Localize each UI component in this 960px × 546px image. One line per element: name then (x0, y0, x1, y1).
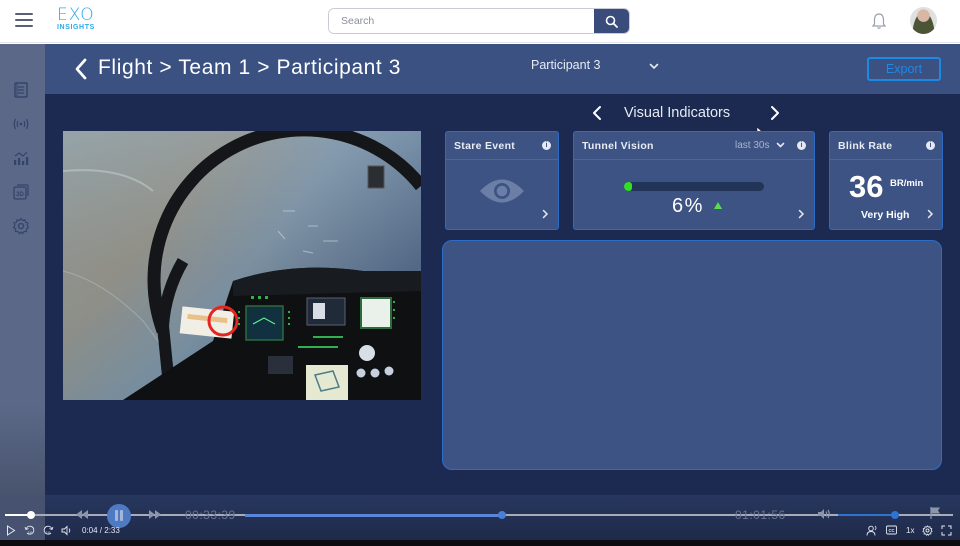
card-header: Blink Rate i (830, 132, 942, 160)
chevron-right-icon[interactable] (542, 209, 549, 219)
analytics-icon[interactable] (12, 149, 30, 167)
card-header: Tunnel Vision last 30s i (574, 132, 814, 160)
blink-rate-unit: BR/min (890, 178, 924, 189)
breadcrumb-separator: > (159, 56, 173, 79)
fast-forward-icon[interactable] (148, 509, 162, 520)
stare-event-card[interactable]: Stare Event i (445, 131, 559, 230)
flag-icon[interactable] (929, 506, 942, 519)
user-avatar[interactable] (910, 7, 937, 34)
search-icon (605, 15, 618, 28)
participants-icon[interactable] (866, 525, 878, 536)
tunnel-vision-progress-fill (624, 182, 633, 191)
playback-time-readout: 0:04 / 2:33 (82, 526, 120, 535)
playback-speed[interactable]: 1x (906, 526, 914, 535)
info-icon[interactable]: i (542, 141, 551, 150)
time-range-value: last 30s (735, 140, 770, 151)
svg-text:3D: 3D (16, 192, 24, 198)
tunnel-vision-progress-bar (624, 182, 764, 191)
volume-slider[interactable] (838, 514, 895, 516)
logo[interactable]: EXO INSIGHTS (57, 7, 107, 32)
settings-gear-icon[interactable] (922, 525, 933, 536)
svg-text:10: 10 (28, 530, 33, 535)
gear-icon[interactable] (12, 217, 30, 235)
blink-rate-card[interactable]: Blink Rate i 36 BR/min Very High (829, 131, 943, 230)
report-icon[interactable] (12, 81, 30, 99)
card-title: Blink Rate (838, 140, 893, 152)
3d-icon[interactable]: 3D (12, 183, 30, 201)
indicator-detail-panel (442, 240, 942, 470)
video-player-controls: 00:33:39 01:01:56 10 10 0:04 / 2:33 CC 1… (0, 495, 960, 540)
breadcrumb: Flight > Team 1 > Participant 3 (98, 56, 401, 80)
time-range-dropdown[interactable]: last 30s (735, 140, 785, 151)
page-header: Flight > Team 1 > Participant 3 Particip… (45, 44, 960, 94)
current-time: 00:33:39 (185, 508, 236, 522)
broadcast-icon[interactable] (12, 115, 30, 133)
export-button[interactable]: Export (867, 57, 941, 81)
chevron-down-icon (649, 63, 659, 70)
end-time: 01:01:56 (735, 508, 786, 522)
participant-dropdown-value: Participant 3 (531, 58, 601, 72)
trend-up-icon (714, 202, 722, 209)
top-bar: EXO INSIGHTS (0, 0, 960, 43)
chevron-right-icon[interactable] (927, 209, 934, 219)
tunnel-vision-card[interactable]: Tunnel Vision last 30s i 6% (573, 131, 815, 230)
notification-bell-icon[interactable] (871, 12, 887, 30)
pause-icon (120, 510, 123, 521)
card-header: Stare Event i (446, 132, 558, 160)
svg-text:CC: CC (888, 528, 894, 533)
chevron-down-icon (776, 142, 785, 148)
search-bar (328, 8, 630, 34)
card-title: Tunnel Vision (582, 140, 654, 152)
mute-volume-icon[interactable] (61, 525, 72, 536)
logo-main: EXO (57, 5, 95, 25)
breadcrumb-flight[interactable]: Flight (98, 56, 153, 79)
participant-dropdown[interactable]: Participant 3 (531, 58, 666, 80)
play-icon[interactable] (6, 525, 16, 536)
volume-icon[interactable] (817, 508, 831, 520)
svg-text:10: 10 (46, 530, 51, 535)
previous-indicator-chevron-icon[interactable] (591, 104, 603, 122)
volume-handle[interactable] (891, 511, 899, 519)
search-input[interactable] (329, 9, 594, 33)
card-title: Stare Event (454, 140, 516, 152)
closed-captions-icon[interactable]: CC (886, 525, 897, 535)
skip-forward-10-icon[interactable]: 10 (43, 525, 54, 536)
breadcrumb-participant[interactable]: Participant 3 (277, 56, 402, 79)
search-button[interactable] (594, 9, 629, 33)
chevron-right-icon[interactable] (798, 209, 805, 219)
fullscreen-icon[interactable] (941, 525, 952, 536)
info-icon[interactable]: i (797, 141, 806, 150)
window-bottom-edge (0, 540, 960, 546)
eye-icon (480, 179, 524, 203)
tunnel-vision-value: 6% (672, 195, 704, 217)
breadcrumb-separator: > (257, 56, 271, 79)
skip-back-10-icon[interactable]: 10 (24, 525, 35, 536)
timeline-handle[interactable] (498, 511, 506, 519)
logo-sub: INSIGHTS (57, 24, 95, 31)
info-icon[interactable]: i (926, 141, 935, 150)
pause-icon (115, 510, 118, 521)
main-content: Visual Indicators Stare Event i Tunnel V… (45, 94, 960, 495)
breadcrumb-team[interactable]: Team 1 (178, 56, 250, 79)
sidebar: 3D (0, 44, 45, 495)
cockpit-video-frame (63, 131, 421, 400)
hamburger-menu-icon[interactable] (15, 13, 33, 27)
back-chevron-icon[interactable] (73, 57, 89, 81)
timeline-progress (245, 514, 502, 517)
next-indicator-chevron-icon[interactable] (769, 104, 781, 122)
blink-rate-value: 36 (849, 169, 884, 204)
blink-rate-level: Very High (861, 209, 910, 221)
section-title: Visual Indicators (624, 105, 731, 121)
pause-button[interactable] (107, 504, 131, 528)
seek-handle[interactable] (26, 511, 35, 519)
cockpit-video[interactable] (63, 131, 421, 400)
rewind-icon[interactable] (75, 509, 89, 520)
